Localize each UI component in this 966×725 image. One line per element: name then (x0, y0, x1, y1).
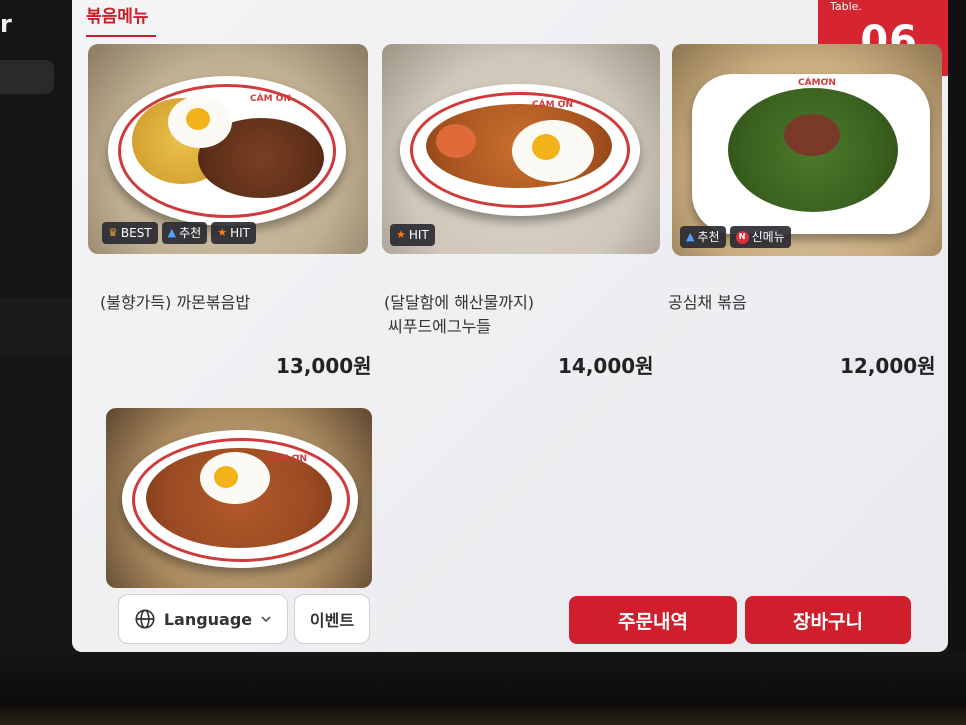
badge-label: 추천 (697, 230, 720, 244)
badge-row: ▲ 추천 N 신메뉴 (680, 226, 791, 248)
monitor-bezel-bottom (0, 652, 966, 725)
new-icon: N (735, 230, 749, 244)
badge-label: 신메뉴 (751, 230, 785, 244)
plate-brand-logo: CÁM ƠN (250, 94, 292, 104)
category-title: 볶음메뉴 (86, 7, 149, 27)
badge-new: N 신메뉴 (729, 226, 791, 248)
badge-label: BEST (120, 226, 152, 240)
menu-item-name[interactable]: (달달함에 해산물까지) 씨푸드에그누들 (384, 291, 534, 339)
cart-button[interactable]: 장바구니 (745, 596, 911, 644)
thumbs-up-icon: ▲ (686, 230, 695, 243)
globe-icon (135, 609, 155, 629)
shrimp-image (436, 124, 476, 158)
event-button[interactable]: 이벤트 (294, 594, 370, 644)
badge-row: ♛ BEST ▲ 추천 ★ HIT (102, 222, 256, 244)
badge-recommend: ▲ 추천 (161, 222, 208, 244)
egg-yolk (186, 108, 210, 130)
left-sidebar-panel: r (0, 0, 80, 298)
menu-item-photo-morning-glory[interactable]: CÁMƠN ▲ 추천 N 신메뉴 (672, 44, 942, 256)
chili-garnish-image (784, 114, 840, 156)
crown-icon: ♛ (108, 226, 118, 239)
plate-brand-logo: CÁM ƠN (532, 100, 574, 110)
menu-item-name-line1: (불향가득) 까몬볶음밥 (100, 293, 251, 312)
egg-yolk (532, 134, 560, 160)
star-icon: ★ (217, 226, 228, 239)
menu-item-name-line1: (달달함에 해산물까지) (384, 293, 535, 312)
monitor-bezel-right (948, 0, 966, 660)
badge-label: HIT (408, 228, 429, 242)
plate-brand-logo: CÁMƠN (798, 78, 836, 88)
menu-item-photo-fried-rice[interactable]: CÁM ƠN ♛ BEST ▲ 추천 ★ HIT (88, 44, 368, 254)
badge-recommend: ▲ 추천 (680, 226, 726, 248)
category-underline (86, 35, 156, 37)
menu-item-name[interactable]: 공심채 볶음 (668, 291, 747, 315)
sidebar-category-item[interactable] (0, 60, 54, 94)
menu-item-photo-noodle-dish[interactable]: CÁM ƠN (106, 408, 372, 588)
badge-hit: ★ HIT (211, 222, 256, 244)
badge-row: ★ HIT (390, 224, 435, 246)
menu-item-name-line1: 공심채 볶음 (668, 293, 747, 312)
egg-yolk (214, 466, 238, 488)
menu-item-price: 14,000원 (558, 354, 654, 378)
language-label: Language (163, 609, 253, 629)
menu-item-photo-seafood-noodle[interactable]: CÁM ƠN ★ HIT (382, 44, 660, 254)
sidebar-brand-glyph: r (0, 10, 12, 38)
menu-item-price: 12,000원 (840, 354, 936, 378)
chevron-down-icon (261, 616, 271, 623)
badge-hit: ★ HIT (390, 224, 435, 246)
menu-screen: 볶음메뉴 Table. 06 CÁM ƠN ♛ BEST ▲ 추천 ★ HIT (72, 0, 948, 652)
star-icon: ★ (396, 228, 406, 241)
menu-item-name-line2: 씨푸드에그누들 (388, 317, 492, 336)
menu-item-name[interactable]: (불향가득) 까몬볶음밥 (100, 291, 250, 315)
table-label: Table. (830, 0, 862, 13)
plate-brand-logo: CÁM ƠN (266, 454, 308, 464)
badge-best: ♛ BEST (102, 222, 158, 244)
language-button[interactable]: Language (118, 594, 288, 644)
badge-label: HIT (230, 226, 250, 240)
thumbs-up-icon: ▲ (167, 226, 177, 239)
order-history-button[interactable]: 주문내역 (569, 596, 737, 644)
badge-label: 추천 (179, 226, 202, 240)
menu-item-price: 13,000원 (276, 354, 372, 378)
